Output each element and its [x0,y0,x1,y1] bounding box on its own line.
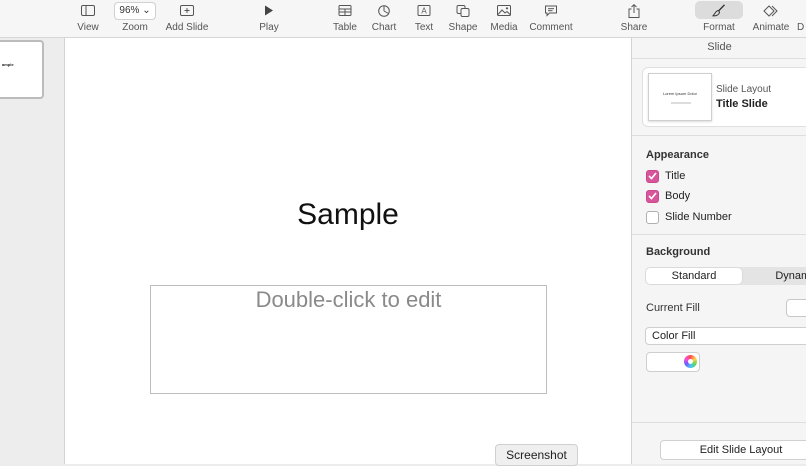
body-checkbox[interactable] [646,189,659,203]
share-button[interactable]: Share [617,0,651,37]
body-placeholder-text: Double-click to edit [255,287,442,312]
color-well[interactable] [646,352,700,372]
add-slide-button[interactable]: Add Slide [164,0,210,37]
add-slide-icon [180,3,194,18]
background-heading: Background [646,246,711,258]
title-checkbox-label: Title [665,170,686,182]
add-slide-label: Add Slide [165,22,209,33]
view-label: View [77,22,99,33]
layout-caption: Slide Layout [716,84,772,95]
standard-segment[interactable]: Standard [646,268,742,284]
table-button[interactable]: Table [328,0,362,37]
edit-slide-layout-button[interactable]: Edit Slide Layout [660,440,806,460]
slide-thumbnail[interactable]: ample [0,40,44,99]
appearance-heading: Appearance [646,149,709,161]
view-button[interactable]: View [70,0,106,37]
comment-label: Comment [529,22,573,33]
format-label: Format [703,22,735,33]
chart-label: Chart [371,22,397,33]
svg-text:A: A [421,7,427,16]
color-wheel-icon[interactable] [684,355,697,368]
zoom-value: 96% [119,5,140,16]
screenshot-tooltip: Screenshot [495,444,578,466]
slide-navigator: ample [0,38,65,464]
photo-icon [497,3,511,18]
animate-diamond-icon [763,3,779,18]
paintbrush-icon [712,3,726,18]
document-label: D [797,22,805,33]
chart-button[interactable]: Chart [367,0,401,37]
slide-layout-card[interactable]: Lorem Ipsum Dolor Slide Layout Title Sli… [642,67,806,127]
slide-number-checkbox-row[interactable]: Slide Number [646,210,732,224]
format-button[interactable]: Format [694,0,744,37]
body-placeholder-box[interactable]: Double-click to edit [150,285,547,394]
comment-icon [545,3,558,18]
layout-thumbnail: Lorem Ipsum Dolor [648,73,712,121]
inspector-header: Slide [707,41,732,53]
fill-type-select[interactable]: Color Fill [645,327,806,345]
media-label: Media [490,22,518,33]
shape-button[interactable]: Shape [446,0,480,37]
slide-canvas[interactable]: Sample Double-click to edit Screenshot [65,38,631,466]
slide-title[interactable]: Sample [150,198,546,232]
title-checkbox[interactable] [646,169,659,183]
format-inspector: Slide Lorem Ipsum Dolor Slide Layout Tit… [631,38,806,464]
play-button[interactable]: Play [252,0,286,37]
chart-icon [378,3,390,18]
checkmark-icon [648,172,657,180]
divider [632,422,806,423]
current-fill-label: Current Fill [646,302,700,314]
zoom-label: Zoom [122,22,148,33]
share-icon [628,3,640,18]
comment-button[interactable]: Comment [528,0,574,37]
chevron-down-icon: ⌄ [142,5,151,16]
zoom-select[interactable]: 96% ⌄ [114,2,156,20]
toolbar: View 96% ⌄ Zoom Add Slide Play Table Cha… [0,0,806,38]
title-checkbox-row[interactable]: Title [646,169,685,183]
document-button[interactable]: D [797,0,806,37]
layout-name: Title Slide [716,98,768,110]
play-icon [264,3,274,18]
layout-thumbnail-title: Lorem Ipsum Dolor [662,91,697,96]
dynamic-segment[interactable]: Dynami [744,268,806,284]
share-label: Share [620,22,648,33]
play-label: Play [259,22,279,33]
table-icon [338,3,352,18]
text-button[interactable]: A Text [408,0,440,37]
shape-label: Shape [448,22,478,33]
slide-thumbnail-title: ample [2,62,14,67]
body-checkbox-label: Body [665,190,691,202]
animate-button[interactable]: Animate [750,0,792,37]
slide-number-checkbox[interactable] [646,210,659,224]
current-fill-swatch[interactable] [786,299,806,317]
table-label: Table [333,22,357,33]
divider [632,234,806,235]
animate-label: Animate [752,22,790,33]
divider [632,135,806,136]
slide-number-checkbox-label: Slide Number [665,211,732,223]
body-checkbox-row[interactable]: Body [646,189,690,203]
background-segmented-control: Standard Dynami [645,267,806,285]
text-label: Text [414,22,434,33]
divider [632,58,806,59]
shape-icon [456,3,470,18]
sidebar-icon [81,3,95,18]
media-button[interactable]: Media [486,0,522,37]
checkmark-icon [648,192,657,200]
text-box-icon: A [417,3,431,18]
zoom-control[interactable]: 96% ⌄ Zoom [112,0,158,37]
layout-thumbnail-subtitle [671,102,691,104]
